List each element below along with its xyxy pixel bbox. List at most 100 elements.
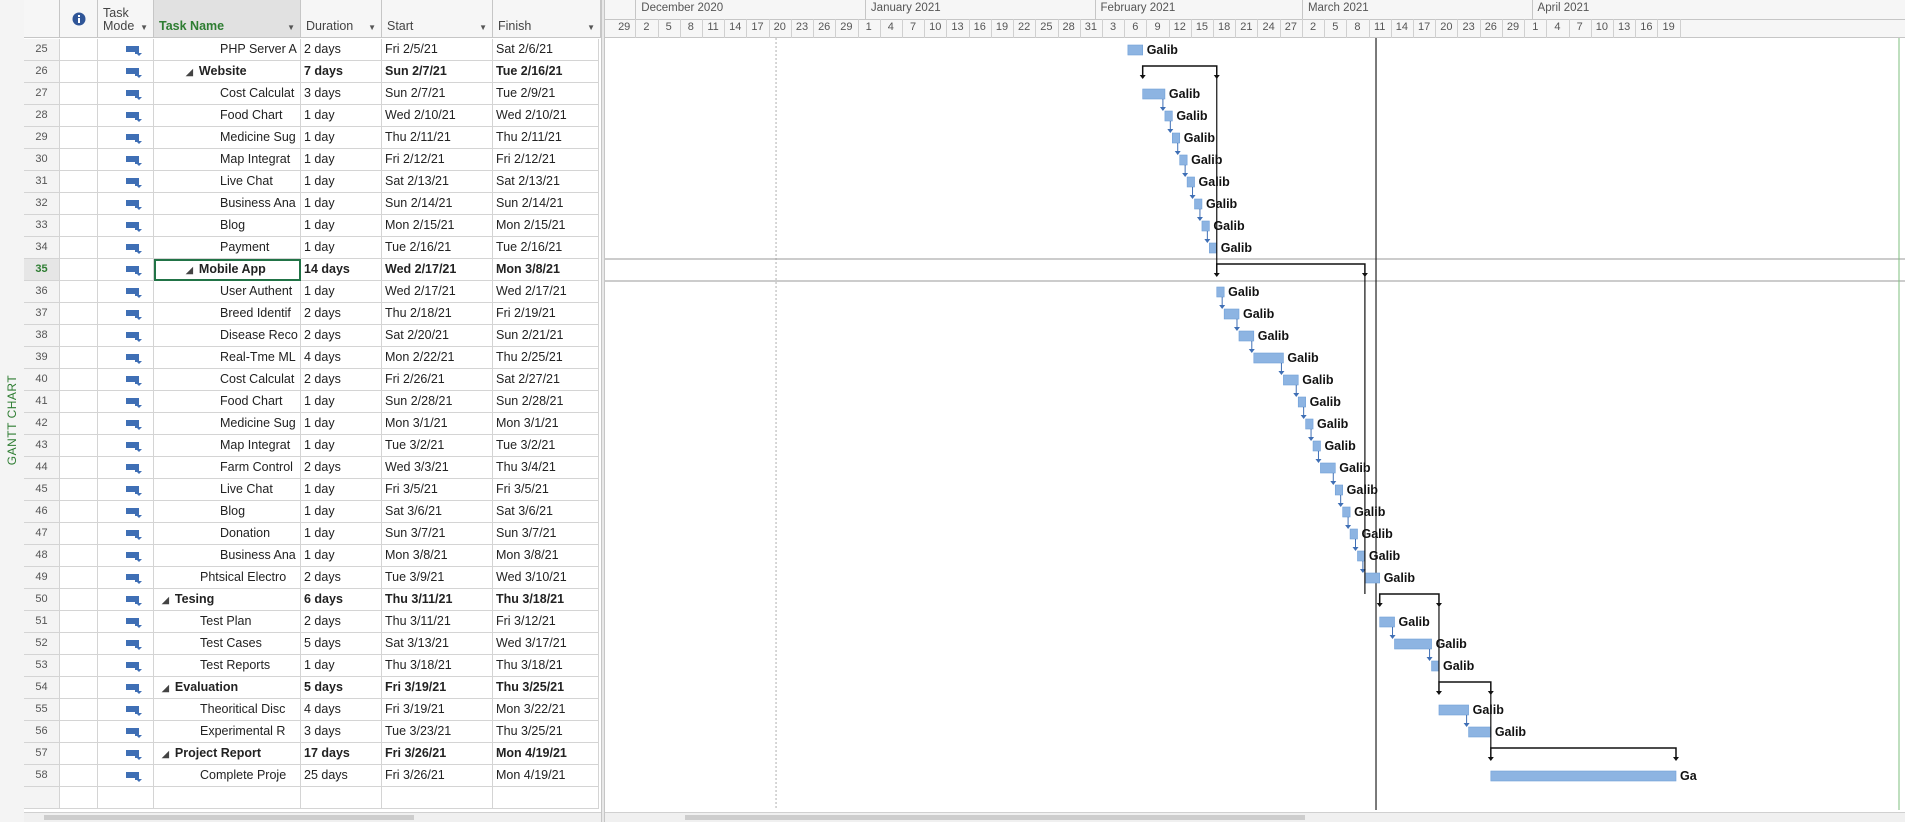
finish-cell[interactable]: Fri 2/12/21 — [493, 149, 599, 171]
finish-cell[interactable]: Wed 3/17/21 — [493, 633, 599, 655]
start-cell[interactable]: Thu 3/11/21 — [382, 589, 493, 611]
task-mode-cell[interactable] — [98, 61, 154, 83]
task-row[interactable]: 45 Live Chat 1 day Fri 3/5/21 Fri 3/5/21 — [24, 479, 601, 501]
task-bar[interactable] — [1201, 220, 1210, 232]
duration-cell[interactable]: 1 day — [301, 127, 382, 149]
task-mode-cell[interactable] — [98, 611, 154, 633]
task-row[interactable]: 38 Disease Reco 2 days Sat 2/20/21 Sun 2/21… — [24, 325, 601, 347]
row-id[interactable]: 32 — [24, 193, 60, 215]
task-name-cell[interactable]: Blog — [154, 501, 301, 523]
task-mode-cell[interactable] — [98, 677, 154, 699]
duration-cell[interactable]: 1 day — [301, 501, 382, 523]
task-mode-cell[interactable] — [98, 457, 154, 479]
task-mode-cell[interactable] — [98, 721, 154, 743]
finish-cell[interactable]: Wed 3/10/21 — [493, 567, 599, 589]
start-cell[interactable]: Tue 2/16/21 — [382, 237, 493, 259]
duration-cell[interactable]: 1 day — [301, 545, 382, 567]
duration-cell[interactable]: 2 days — [301, 325, 382, 347]
start-cell[interactable]: Fri 2/5/21 — [382, 39, 493, 61]
start-cell[interactable]: Sun 2/28/21 — [382, 391, 493, 413]
task-bar[interactable] — [1142, 88, 1166, 100]
task-mode-cell[interactable] — [98, 171, 154, 193]
task-bar[interactable] — [1194, 198, 1203, 210]
row-id[interactable]: 39 — [24, 347, 60, 369]
collapse-toggle-icon[interactable]: ◢ — [186, 62, 193, 82]
finish-cell[interactable]: Tue 2/16/21 — [493, 61, 599, 83]
task-name-cell[interactable]: Payment — [154, 237, 301, 259]
table-horizontal-scrollbar[interactable] — [24, 812, 601, 822]
start-cell[interactable]: Thu 2/18/21 — [382, 303, 493, 325]
start-cell[interactable]: Fri 3/5/21 — [382, 479, 493, 501]
task-name-cell[interactable]: Experimental R — [154, 721, 301, 743]
scrollbar-thumb[interactable] — [44, 815, 414, 820]
task-row[interactable]: 26 ◢ Website 7 days Sun 2/7/21 Tue 2/16/21 — [24, 61, 601, 83]
task-name-cell[interactable]: Map Integrat — [154, 435, 301, 457]
duration-cell[interactable]: 2 days — [301, 39, 382, 61]
task-name-cell[interactable]: Test Plan — [154, 611, 301, 633]
task-row[interactable]: 32 Business Ana 1 day Sun 2/14/21 Sun 2/14/… — [24, 193, 601, 215]
task-name-header[interactable]: Task Name ▼ — [154, 0, 301, 38]
start-cell[interactable]: Sun 2/14/21 — [382, 193, 493, 215]
task-row[interactable]: 52 Test Cases 5 days Sat 3/13/21 Wed 3/17/2… — [24, 633, 601, 655]
task-row[interactable]: 25 PHP Server A 2 days Fri 2/5/21 Sat 2/6/2… — [24, 39, 601, 61]
task-row[interactable]: 33 Blog 1 day Mon 2/15/21 Mon 2/15/21 — [24, 215, 601, 237]
start-cell[interactable]: Fri 3/19/21 — [382, 677, 493, 699]
task-mode-cell[interactable] — [98, 413, 154, 435]
chevron-down-icon[interactable]: ▼ — [140, 23, 148, 32]
row-id[interactable]: 46 — [24, 501, 60, 523]
row-id[interactable]: 49 — [24, 567, 60, 589]
task-bar[interactable] — [1364, 572, 1381, 584]
task-row[interactable]: 46 Blog 1 day Sat 3/6/21 Sat 3/6/21 — [24, 501, 601, 523]
task-name-cell[interactable]: Live Chat — [154, 479, 301, 501]
task-name-cell[interactable]: Business Ana — [154, 193, 301, 215]
task-name-cell[interactable]: Medicine Sug — [154, 127, 301, 149]
chevron-down-icon[interactable]: ▼ — [368, 23, 376, 32]
finish-cell[interactable]: Thu 2/11/21 — [493, 127, 599, 149]
task-name-cell[interactable]: Breed Identif — [154, 303, 301, 325]
summary-bar[interactable] — [1490, 747, 1677, 759]
start-cell[interactable]: Fri 3/19/21 — [382, 699, 493, 721]
task-name-cell[interactable]: Disease Reco — [154, 325, 301, 347]
finish-cell[interactable]: Wed 2/17/21 — [493, 281, 599, 303]
row-id[interactable]: 42 — [24, 413, 60, 435]
duration-cell[interactable]: 3 days — [301, 83, 382, 105]
finish-cell[interactable]: Thu 3/25/21 — [493, 721, 599, 743]
task-mode-cell[interactable] — [98, 105, 154, 127]
row-id[interactable]: 58 — [24, 765, 60, 787]
start-cell[interactable]: Mon 2/15/21 — [382, 215, 493, 237]
row-id[interactable]: 29 — [24, 127, 60, 149]
row-id[interactable]: 31 — [24, 171, 60, 193]
task-row[interactable]: 56 Experimental R 3 days Tue 3/23/21 Thu 3/… — [24, 721, 601, 743]
task-mode-cell[interactable] — [98, 523, 154, 545]
row-id[interactable]: 36 — [24, 281, 60, 303]
task-bar[interactable] — [1209, 242, 1218, 254]
task-name-cell[interactable]: ◢ Project Report — [154, 743, 301, 765]
start-cell[interactable]: Thu 3/11/21 — [382, 611, 493, 633]
task-name-cell[interactable]: Food Chart — [154, 391, 301, 413]
task-bar[interactable] — [1379, 616, 1395, 628]
task-name-cell[interactable]: Farm Control — [154, 457, 301, 479]
start-cell[interactable]: Mon 3/8/21 — [382, 545, 493, 567]
duration-cell[interactable]: 1 day — [301, 105, 382, 127]
task-bar[interactable] — [1297, 396, 1306, 408]
collapse-toggle-icon[interactable]: ◢ — [162, 678, 169, 698]
finish-cell[interactable]: Thu 3/18/21 — [493, 589, 599, 611]
duration-cell[interactable]: 1 day — [301, 391, 382, 413]
task-bar[interactable] — [1172, 132, 1181, 144]
row-id[interactable]: 28 — [24, 105, 60, 127]
task-bar[interactable] — [1320, 462, 1336, 474]
row-id[interactable]: 30 — [24, 149, 60, 171]
task-name-cell[interactable]: Live Chat — [154, 171, 301, 193]
start-cell[interactable]: Sun 2/7/21 — [382, 83, 493, 105]
task-mode-cell[interactable] — [98, 589, 154, 611]
collapse-toggle-icon[interactable]: ◢ — [162, 744, 169, 764]
task-bar[interactable] — [1342, 506, 1351, 518]
task-bar[interactable] — [1253, 352, 1284, 364]
row-id[interactable]: 51 — [24, 611, 60, 633]
task-name-cell[interactable]: ◢ Mobile App — [154, 259, 301, 281]
duration-cell[interactable]: 5 days — [301, 633, 382, 655]
task-bar[interactable] — [1490, 770, 1677, 782]
task-mode-header[interactable]: Task Mode ▼ — [98, 0, 154, 38]
task-row[interactable]: 51 Test Plan 2 days Thu 3/11/21 Fri 3/12/21 — [24, 611, 601, 633]
row-id[interactable]: 38 — [24, 325, 60, 347]
